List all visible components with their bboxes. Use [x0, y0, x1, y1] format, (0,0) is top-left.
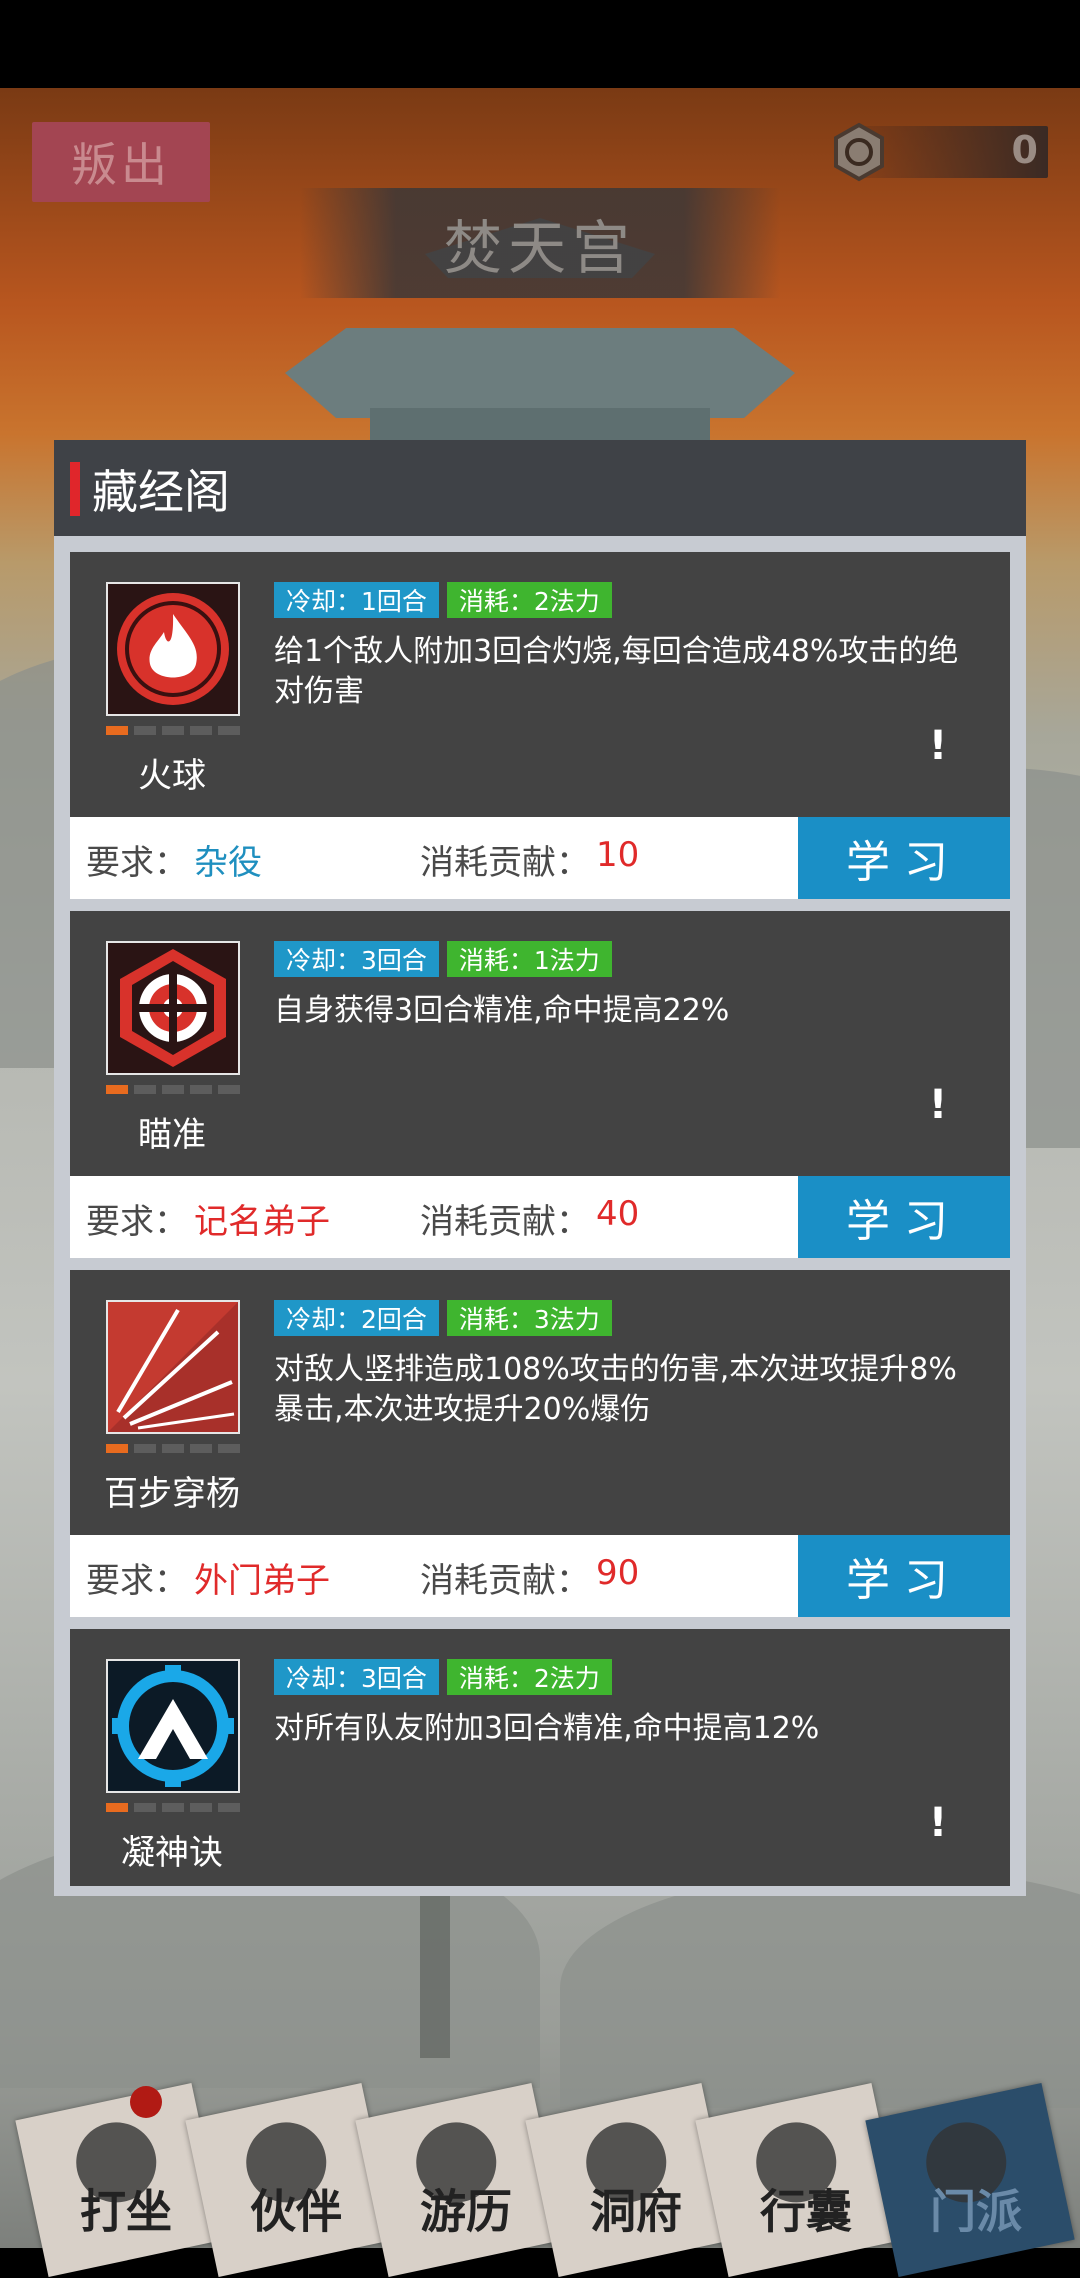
contribution-value: 90 — [596, 1553, 640, 1593]
contribution-label: 消耗贡献： — [420, 1561, 590, 1601]
mountain-silhouette — [560, 1868, 1080, 2108]
header-accent — [70, 462, 80, 516]
coin-icon — [834, 122, 884, 182]
requirement-label: 要求： — [86, 1202, 188, 1242]
contribution-label: 消耗贡献： — [420, 843, 590, 883]
cooldown-tag: 冷却：3回合 — [274, 1659, 439, 1695]
mana-cost-tag: 消耗：2法力 — [446, 582, 612, 618]
panel-header: 藏经阁 — [54, 440, 1026, 536]
nav-label: 洞府 — [590, 2184, 683, 2239]
nav-label: 行囊 — [760, 2184, 853, 2239]
currency-display: 0 — [830, 122, 1048, 182]
skill-level — [106, 1803, 242, 1813]
contribution-value: 10 — [596, 835, 640, 875]
learn-button[interactable]: 学习 — [798, 1176, 1010, 1258]
mana-cost-tag: 消耗：2法力 — [446, 1659, 612, 1695]
bottom-nav: 打坐 伙伴 游历 洞府 行囊 门派 — [0, 2080, 1080, 2277]
cooldown-tag: 冷却：2回合 — [274, 1300, 439, 1336]
requirement-value: 记名弟子 — [194, 1202, 330, 1242]
mana-cost-tag: 消耗：3法力 — [446, 1300, 612, 1336]
cooldown-tag: 冷却：3回合 — [274, 941, 439, 977]
requirement-label: 要求： — [86, 1561, 188, 1601]
info-button[interactable]: ! — [926, 1801, 950, 1845]
tree-silhouette — [420, 1878, 450, 2058]
skill-description: 对所有队友附加3回合精准,命中提高12% — [274, 1711, 820, 1746]
panel-title: 藏经阁 — [92, 465, 230, 519]
mana-cost-tag: 消耗：1法力 — [446, 941, 612, 977]
info-button[interactable]: ! — [926, 724, 950, 768]
contribution-label: 消耗贡献： — [420, 1202, 590, 1242]
sect-title: 焚天宫 — [300, 188, 780, 298]
aim-icon — [106, 941, 240, 1075]
cooldown-tag: 冷却：1回合 — [274, 582, 439, 618]
nav-label: 伙伴 — [250, 2184, 343, 2239]
notification-dot — [130, 2086, 162, 2118]
library-panel: 藏经阁 火球 冷却：1回合 消耗：2法力 给1个敌人附加3回合灼烧,每回合造成4… — [54, 440, 1026, 1896]
requirement-label: 要求： — [86, 843, 188, 883]
status-bar — [0, 0, 1080, 88]
skill-level — [106, 726, 242, 736]
skill-list[interactable]: 火球 冷却：1回合 消耗：2法力 给1个敌人附加3回合灼烧,每回合造成48%攻击… — [70, 552, 1010, 1886]
nav-label: 打坐 — [80, 2184, 173, 2239]
nav-label: 门派 — [930, 2184, 1023, 2239]
info-button[interactable]: ! — [926, 1083, 950, 1127]
skill-name: 百步穿杨 — [104, 1474, 240, 1514]
defect-button[interactable]: 叛出 — [32, 122, 210, 202]
arrows-icon — [106, 1300, 240, 1434]
contribution-value: 40 — [596, 1194, 640, 1234]
skill-description: 自身获得3回合精准,命中提高22% — [274, 993, 730, 1028]
requirement-value: 外门弟子 — [194, 1561, 330, 1601]
skill-name: 瞄准 — [138, 1115, 206, 1155]
skill-level — [106, 1444, 242, 1454]
skill-description: 对敌人竖排造成108%攻击的伤害,本次进攻提升8%暴击,本次进攻提升20%爆伤 — [274, 1352, 957, 1427]
skill-description: 给1个敌人附加3回合灼烧,每回合造成48%攻击的绝对伤害 — [274, 634, 959, 709]
skill-level — [106, 1085, 242, 1095]
learn-button[interactable]: 学习 — [798, 817, 1010, 899]
focus-icon — [106, 1659, 240, 1793]
fireball-icon — [106, 582, 240, 716]
skill-name: 火球 — [138, 756, 206, 796]
nav-label: 游历 — [420, 2184, 513, 2239]
skill-name: 凝神诀 — [121, 1833, 223, 1873]
requirement-value: 杂役 — [194, 843, 262, 883]
learn-button[interactable]: 学习 — [798, 1535, 1010, 1617]
currency-value: 0 — [1011, 128, 1038, 172]
